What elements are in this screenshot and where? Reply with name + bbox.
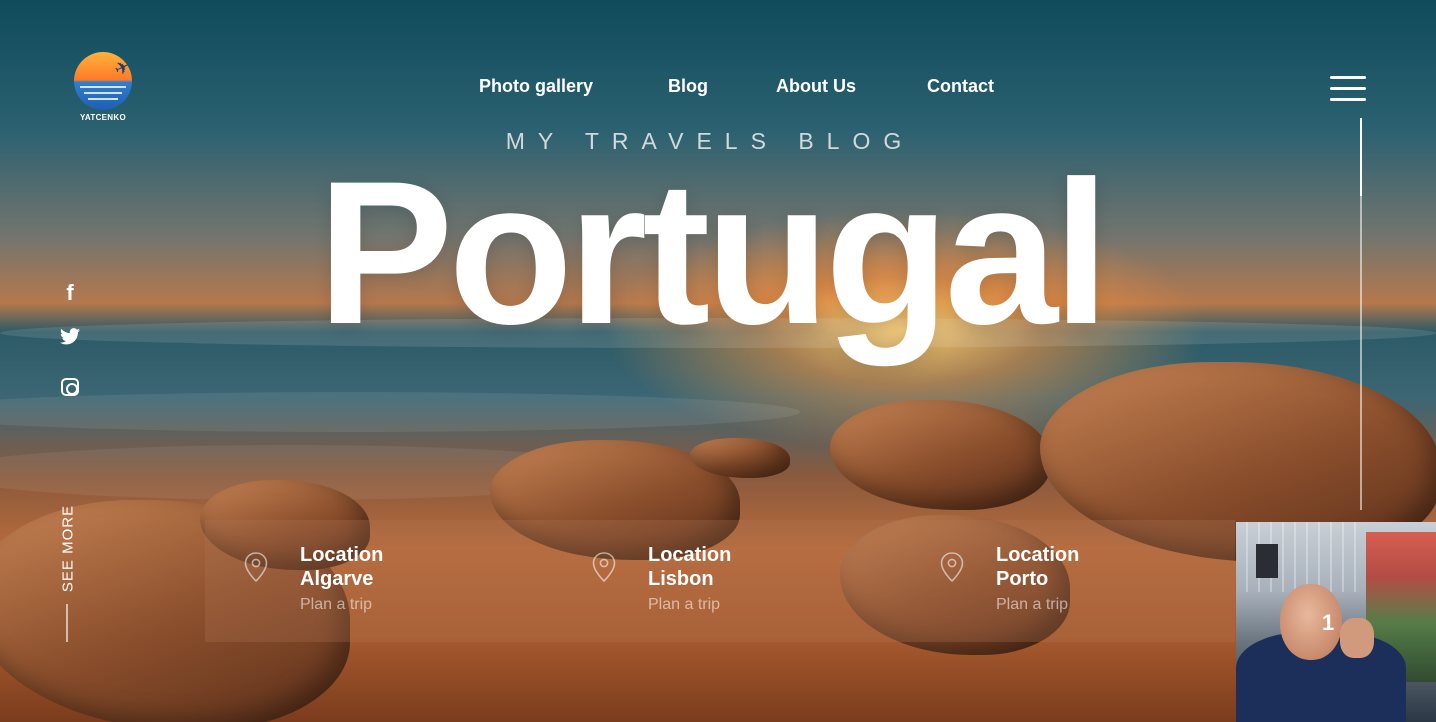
- nav-contact[interactable]: Contact: [927, 76, 994, 97]
- map-pin-icon: [244, 552, 268, 582]
- location-city: Algarve: [300, 568, 374, 590]
- location-city: Porto: [996, 568, 1049, 590]
- hero-title: Portugal: [317, 139, 1109, 367]
- facebook-icon[interactable]: f: [58, 280, 82, 306]
- nav-blog[interactable]: Blog: [668, 76, 708, 97]
- logo-name: YATCENKO: [80, 113, 126, 122]
- location-card-lisbon[interactable]: Location Lisbon Plan a trip: [592, 544, 892, 624]
- thumbnail-sign: [1256, 544, 1278, 578]
- location-label: Location: [300, 544, 384, 566]
- twitter-icon[interactable]: [58, 328, 82, 350]
- location-label: Location: [996, 544, 1080, 566]
- location-card-algarve[interactable]: Location Algarve Plan a trip: [244, 544, 544, 624]
- plan-trip-link[interactable]: Plan a trip: [996, 596, 1068, 614]
- main-nav: Photo gallery Blog About Us Contact: [0, 76, 1436, 100]
- thumbnail-number: 1: [1322, 610, 1335, 635]
- sea-foam-2: [0, 392, 800, 432]
- thumbnail-person-hand: [1340, 618, 1374, 658]
- location-label: Location: [648, 544, 732, 566]
- nav-about-us[interactable]: About Us: [776, 76, 856, 97]
- rock-mid: [830, 400, 1050, 510]
- map-pin-icon: [592, 552, 616, 582]
- instagram-icon[interactable]: [58, 378, 82, 401]
- slide-thumbnail[interactable]: 1: [1236, 522, 1436, 722]
- plan-trip-link[interactable]: Plan a trip: [648, 596, 720, 614]
- twitter-bird-icon: [60, 328, 80, 345]
- location-card-porto[interactable]: Location Porto Plan a trip: [940, 544, 1220, 624]
- see-more-link[interactable]: SEE MORE: [60, 499, 77, 599]
- map-pin-icon: [940, 552, 964, 582]
- nav-photo-gallery[interactable]: Photo gallery: [479, 76, 593, 97]
- plan-trip-link[interactable]: Plan a trip: [300, 596, 372, 614]
- hamburger-menu-icon[interactable]: [1330, 76, 1366, 102]
- location-city: Lisbon: [648, 568, 714, 590]
- see-more-line: [66, 604, 68, 642]
- instagram-glyph-icon: [61, 378, 79, 396]
